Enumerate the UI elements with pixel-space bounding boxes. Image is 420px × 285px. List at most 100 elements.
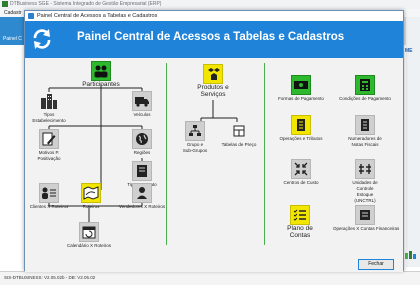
boxes-icon (208, 68, 220, 80)
section-divider (166, 63, 167, 245)
veiculos-label: Veículos (133, 112, 151, 117)
cash-stack-icon (360, 210, 370, 220)
unidades-controle-tile (355, 159, 375, 179)
plano-contas-button[interactable]: Plano de Contas (277, 205, 323, 239)
regioes-tile (132, 129, 152, 149)
centros-custo-label: Centros de Custo (283, 180, 319, 185)
painel-tab-label: Painel C (3, 36, 22, 42)
tipos-contrato-tile (132, 161, 152, 181)
tipos-estabelecimento-label-1: Tipos (43, 112, 55, 117)
motivos-positivacao-tile (39, 129, 59, 149)
window-icon (28, 13, 34, 19)
dialog-window-title: Painel Central de Acessos a Tabelas e Ca… (37, 13, 158, 19)
truck-icon (135, 97, 149, 107)
grupos-label-1: Grupo e (186, 142, 204, 147)
operacoes-tributos-label: Operações e Tributos (279, 136, 323, 141)
veiculos-tile (132, 91, 152, 111)
numeradores-label-2: Notas Fiscais (351, 142, 379, 147)
tipos-estabelecimento-tile (39, 91, 59, 111)
numeradores-nf-tile (355, 115, 375, 135)
vendedores-roteiros-tile (132, 183, 152, 203)
grupos-subgrupos-tile (185, 121, 205, 141)
numeradores-label-1: Numeradores de (348, 136, 382, 141)
calendario-roteiros-button[interactable]: Calendário X Roteiros (63, 222, 115, 248)
grupos-label-2: Sub-Grupos (182, 148, 208, 153)
operacoes-contas-tile (355, 205, 375, 225)
formas-pagamento-label: Formas de Pagamento (278, 96, 324, 101)
tipos-estabelecimento-button[interactable]: Tipos Estabelecimento (25, 91, 73, 123)
brand-decoration-icon (405, 251, 416, 259)
centros-custo-button[interactable]: Centros de Custo (273, 159, 329, 185)
operacoes-tributos-button[interactable]: Operações e Tributos (273, 115, 329, 141)
operacoes-contas-button[interactable]: Operações X Contas Financeiras (333, 205, 400, 231)
unidades-controle-button[interactable]: Unidades de Controle Estoque (UNCTRL) (339, 159, 391, 203)
unidades-label-1: Unidades de (352, 180, 378, 185)
dialog-body: Participantes Tipos Estabelecimento Veíc… (25, 58, 403, 272)
participantes-tile (91, 61, 111, 81)
motivos-positivacao-button[interactable]: Motivos P. Positivação (25, 129, 73, 161)
tipos-estabelecimento-label-2: Estabelecimento (32, 118, 66, 123)
header-title: Painel Central de Acessos a Tabelas e Ca… (77, 31, 345, 43)
produtos-servicos-label-1: Produtos e (197, 84, 229, 91)
plano-contas-label-2: Contas (289, 232, 311, 239)
vendedores-roteiros-label: Vendedores X Roteiros (118, 204, 166, 209)
grid-arrows-icon (359, 164, 371, 174)
operacoes-contas-label: Operações X Contas Financeiras (333, 226, 400, 231)
plano-contas-tile (290, 205, 310, 225)
refresh-icon (33, 29, 51, 49)
regioes-label: Regiões (133, 150, 151, 155)
route-map-icon (83, 186, 99, 200)
motivos-label-2: Positivação (37, 156, 61, 161)
condicoes-pagamento-button[interactable]: Condições de Pagamento (335, 75, 395, 101)
formas-pagamento-button[interactable]: Formas de Pagamento (273, 75, 329, 101)
calendario-roteiros-tile (79, 222, 99, 242)
produtos-servicos-tile (203, 64, 223, 84)
panel-dialog: Painel Central de Acessos a Tabelas e Ca… (24, 10, 404, 272)
people-icon (94, 65, 108, 78)
checklist-icon (293, 209, 306, 221)
unidades-label-2: Controle (356, 186, 374, 191)
calendar-refresh-icon (82, 226, 96, 239)
clientes-roteiros-tile (39, 183, 59, 203)
clientes-roteiros-label: Clientes X Roteiros (29, 204, 69, 209)
grupos-subgrupos-button[interactable]: Grupo e Sub-Grupos (177, 121, 213, 153)
right-badge: ME (405, 48, 413, 54)
status-bar: SIS-DTBUSINESS: V2.05.02b - DB: V2.05.02 (0, 271, 420, 285)
tabelas-preco-label: Tabelas de Preço (221, 142, 257, 147)
person-list-icon (42, 187, 56, 199)
centros-custo-tile (291, 159, 311, 179)
app-logo-icon (2, 1, 8, 7)
menu-item-cadastros[interactable]: Cadastr (4, 10, 22, 16)
tabelas-preco-button[interactable]: Tabelas de Preço (217, 121, 261, 147)
plano-contas-label-1: Plano de (287, 225, 313, 232)
participantes-label: Participantes (82, 81, 120, 88)
document-icon (297, 119, 305, 131)
unidades-label-3: Estoque (356, 192, 374, 197)
app-title: DTBusiness SGE - Sistema Integrado de Ge… (10, 1, 162, 7)
produtos-servicos-button[interactable]: Produtos e Serviços (193, 64, 233, 98)
regioes-button[interactable]: Regiões (119, 129, 165, 155)
veiculos-button[interactable]: Veículos (119, 91, 165, 117)
app-title-bar: DTBusiness SGE - Sistema Integrado de Ge… (0, 0, 420, 9)
hierarchy-icon (189, 125, 201, 136)
status-text: SIS-DTBUSINESS: V2.05.02b - DB: V2.05.02 (4, 275, 96, 280)
participantes-button[interactable]: Participantes (75, 61, 127, 88)
roteiros-button[interactable]: Roteiros (77, 183, 105, 209)
money-icon (294, 81, 308, 89)
vendedores-roteiros-button[interactable]: Vendedores X Roteiros (117, 183, 167, 209)
dialog-title-bar[interactable]: Painel Central de Acessos a Tabelas e Ca… (25, 11, 403, 21)
condicoes-pagamento-tile (355, 75, 375, 95)
motivos-label-1: Motivos P. (38, 150, 60, 155)
book-icon (137, 165, 147, 177)
unidades-label-4: (UNCTRL) (354, 198, 376, 203)
operacoes-tributos-tile (291, 115, 311, 135)
dialog-header: Painel Central de Acessos a Tabelas e Ca… (25, 21, 403, 58)
clientes-roteiros-button[interactable]: Clientes X Roteiros (25, 183, 73, 209)
edit-document-icon (42, 132, 56, 146)
salesperson-icon (137, 187, 147, 199)
tabelas-preco-tile (229, 121, 249, 141)
painel-tab[interactable]: Painel C (0, 17, 24, 45)
close-button[interactable]: Fechar (358, 259, 394, 270)
numeradores-nf-button[interactable]: Numeradores de Notas Fiscais (339, 115, 391, 147)
app-right-panel (406, 17, 420, 267)
